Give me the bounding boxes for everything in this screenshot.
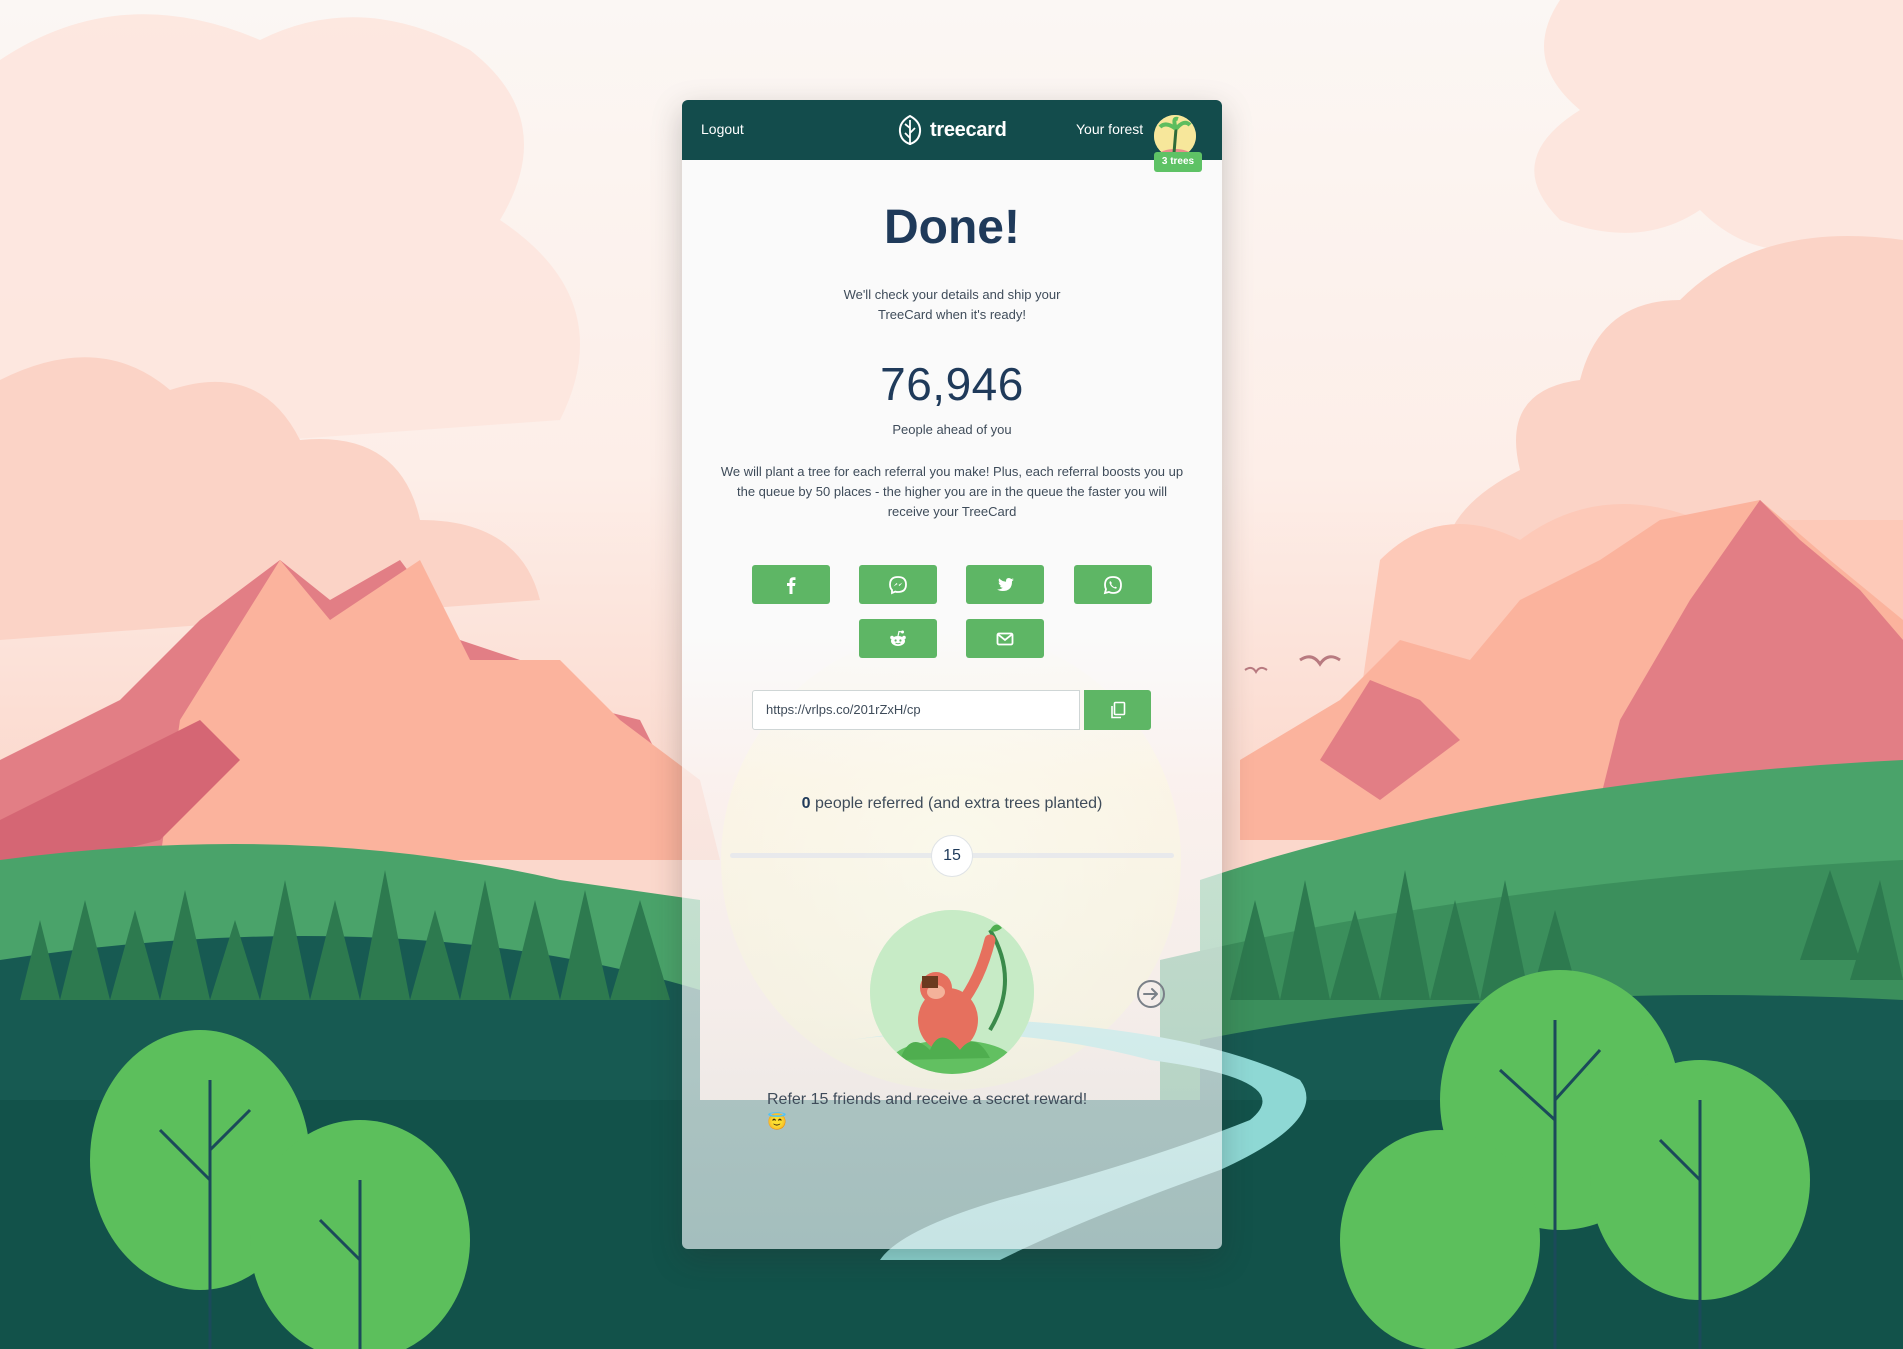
reward-emoji: 😇 <box>767 1114 787 1131</box>
next-reward-button[interactable] <box>1136 979 1166 1009</box>
leaf-logo-icon <box>898 114 922 146</box>
whatsapp-icon <box>1103 575 1122 594</box>
arrow-right-circle-icon <box>1137 980 1165 1008</box>
reward-illustration <box>870 910 1034 1074</box>
milestone-marker[interactable]: 15 <box>931 835 973 877</box>
facebook-icon <box>787 576 796 594</box>
email-icon <box>996 632 1014 645</box>
share-facebook-button[interactable] <box>752 565 830 604</box>
orangutan-illustration <box>870 910 1034 1074</box>
share-reddit-button[interactable] <box>859 619 937 658</box>
referral-link-field[interactable]: https://vrlps.co/201rZxH/cp <box>752 690 1080 730</box>
subtitle-line-2: TreeCard when it's ready! <box>878 307 1026 322</box>
reward-text: Refer 15 friends and receive a secret re… <box>767 1091 1088 1108</box>
referred-count: 0 <box>801 795 811 812</box>
reward-description: Refer 15 friends and receive a secret re… <box>767 1088 1147 1134</box>
share-email-button[interactable] <box>966 619 1044 658</box>
trees-count-badge: 3 trees <box>1154 152 1202 172</box>
referral-description: We will plant a tree for each referral y… <box>720 464 1184 519</box>
share-messenger-button[interactable] <box>859 565 937 604</box>
palm-tree-icon <box>1154 115 1196 157</box>
copy-link-button[interactable] <box>1084 690 1151 730</box>
logout-link[interactable]: Logout <box>701 121 744 137</box>
share-twitter-button[interactable] <box>966 565 1044 604</box>
share-whatsapp-button[interactable] <box>1074 565 1152 604</box>
page-title: Done! <box>884 201 1020 254</box>
logo-text: treecard <box>930 118 1007 141</box>
queue-position-label: People ahead of you <box>892 422 1012 437</box>
treecard-logo[interactable]: treecard <box>897 114 1007 146</box>
queue-position-counter: 76,946 <box>880 358 1024 410</box>
referred-label: people referred (and extra trees planted… <box>815 795 1103 812</box>
your-forest-link[interactable]: Your forest <box>1076 121 1143 137</box>
messenger-icon <box>889 575 907 594</box>
signup-card: Logout treecard Your forest 3 trees Done… <box>682 100 1222 1249</box>
twitter-icon <box>997 577 1014 591</box>
referred-summary: 0 people referred (and extra trees plant… <box>682 795 1222 813</box>
subtitle: We'll check your details and ship your T… <box>682 285 1222 325</box>
copy-icon <box>1110 701 1125 719</box>
reddit-icon <box>890 630 906 646</box>
forest-avatar[interactable] <box>1154 115 1196 157</box>
card-header: Logout treecard Your forest <box>682 100 1222 160</box>
subtitle-line-1: We'll check your details and ship your <box>843 287 1061 302</box>
